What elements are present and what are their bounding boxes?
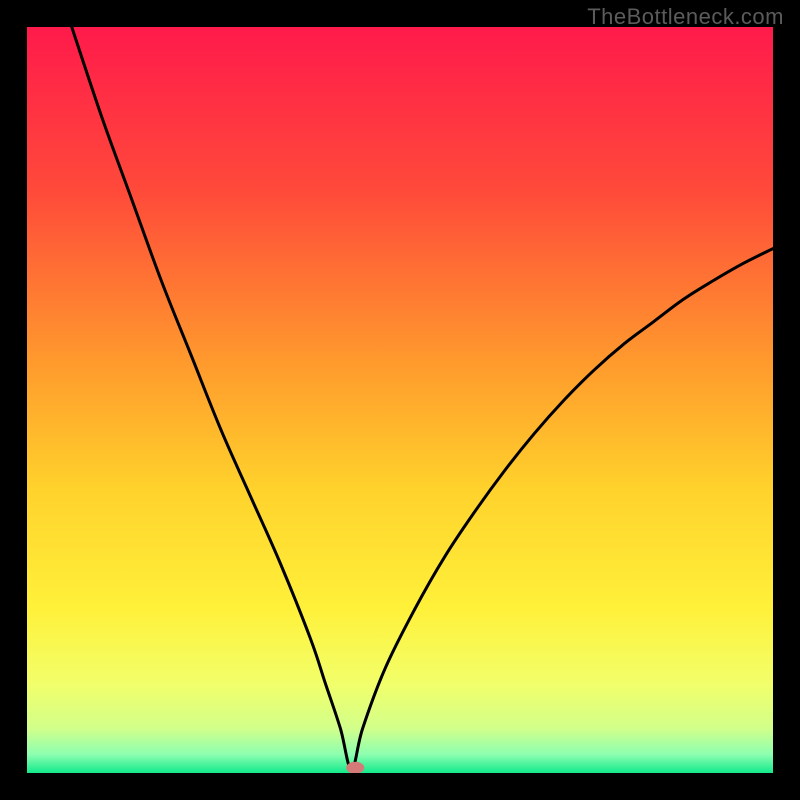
gradient-background [27, 27, 773, 773]
bottleneck-chart [27, 27, 773, 773]
plot-area [27, 27, 773, 773]
chart-frame: TheBottleneck.com [0, 0, 800, 800]
watermark-text: TheBottleneck.com [587, 4, 784, 30]
